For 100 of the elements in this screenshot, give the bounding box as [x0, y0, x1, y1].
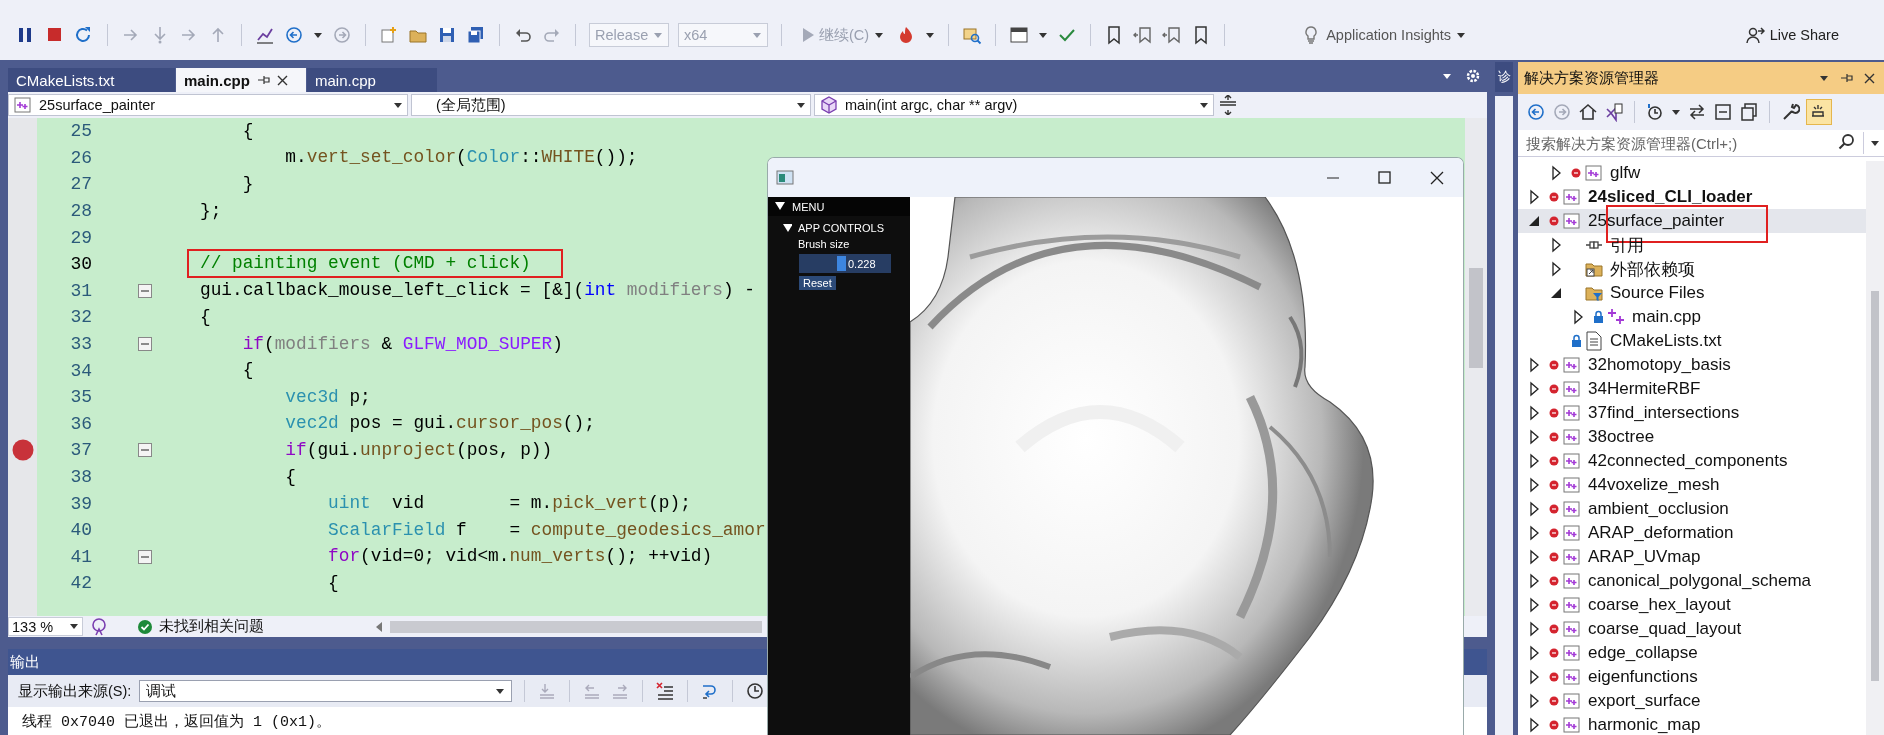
tree-item[interactable]: CMakeLists.txt	[1518, 329, 1866, 353]
close-icon[interactable]	[275, 73, 289, 87]
copy-icon[interactable]	[1739, 102, 1759, 122]
side-tab[interactable]: 诊	[1495, 62, 1513, 92]
switch-view-icon[interactable]	[1604, 102, 1624, 122]
section-header[interactable]: APP CONTROLS	[768, 216, 910, 234]
collapsed-arrow-icon[interactable]	[1528, 645, 1540, 661]
tree-item[interactable]: 32homotopy_basis	[1518, 353, 1866, 377]
save-all-icon[interactable]	[466, 25, 486, 45]
sync-icon[interactable]	[1687, 102, 1707, 122]
tree-item[interactable]: canonical_polygonal_schema	[1518, 569, 1866, 593]
collapsed-arrow-icon[interactable]	[1528, 189, 1540, 205]
close-icon[interactable]	[1429, 169, 1445, 186]
tree-item[interactable]: export_surface	[1518, 689, 1866, 713]
pin-icon[interactable]	[1839, 71, 1853, 85]
collapsed-arrow-icon[interactable]	[1528, 453, 1540, 469]
home-icon[interactable]	[1578, 102, 1598, 122]
scrollbar[interactable]	[1866, 161, 1884, 735]
scroll-left-icon[interactable]	[374, 619, 384, 634]
caret-icon[interactable]	[1819, 73, 1829, 83]
clear-all-icon[interactable]	[655, 681, 676, 701]
collapsed-arrow-icon[interactable]	[1528, 573, 1540, 589]
tree-item[interactable]: edge_collapse	[1518, 641, 1866, 665]
tree-item[interactable]: coarse_hex_layout	[1518, 593, 1866, 617]
collapsed-arrow-icon[interactable]	[1528, 525, 1540, 541]
find-in-files-icon[interactable]	[962, 25, 983, 45]
caret-icon[interactable]	[313, 30, 323, 40]
collapsed-arrow-icon[interactable]	[1528, 357, 1540, 373]
collapse-all-icon[interactable]	[1713, 102, 1733, 122]
collapsed-arrow-icon[interactable]	[1528, 717, 1540, 733]
collapse-icon[interactable]	[138, 337, 152, 352]
bookmark-icon[interactable]	[1133, 25, 1154, 45]
clock-icon[interactable]	[745, 681, 766, 701]
preview-button[interactable]	[1806, 99, 1832, 125]
tree-item[interactable]: eigenfunctions	[1518, 665, 1866, 689]
insights-button[interactable]: Application Insights	[1298, 22, 1470, 48]
collapsed-arrow-icon[interactable]	[1550, 261, 1562, 277]
history-icon[interactable]	[1645, 102, 1665, 122]
tree-item[interactable]: 外部依赖项	[1518, 257, 1866, 281]
tree-item[interactable]: 37find_intersections	[1518, 401, 1866, 425]
editor-tab[interactable]: main.cpp	[307, 68, 437, 92]
source-dropdown[interactable]: 调试	[139, 680, 513, 702]
caret-icon[interactable]	[1671, 107, 1681, 117]
collapse-icon[interactable]	[138, 283, 152, 298]
collapsed-arrow-icon[interactable]	[1572, 309, 1584, 325]
close-icon[interactable]	[1863, 71, 1876, 85]
back-icon[interactable]	[1526, 102, 1546, 122]
caret-icon[interactable]	[925, 30, 936, 40]
slider-thumb[interactable]	[837, 256, 847, 271]
brush-icon[interactable]	[89, 616, 109, 637]
nav-dropdown[interactable]: 25surface_painter	[8, 94, 408, 116]
nav-dropdown[interactable]: (全局范围)	[411, 94, 811, 116]
collapsed-arrow-icon[interactable]	[1528, 429, 1540, 445]
tree-item[interactable]: 24sliced_CLI_loader	[1518, 185, 1866, 209]
collapse-icon[interactable]	[138, 549, 152, 564]
bookmark-icon[interactable]	[1162, 25, 1183, 45]
tree-item[interactable]: 44voxelize_mesh	[1518, 473, 1866, 497]
collapsed-arrow-icon[interactable]	[1528, 477, 1540, 493]
collapsed-arrow-icon[interactable]	[1528, 621, 1540, 637]
tree-item[interactable]: ARAP_deformation	[1518, 521, 1866, 545]
caret-icon[interactable]	[1038, 30, 1049, 40]
window-icon[interactable]	[1009, 25, 1030, 45]
collapsed-arrow-icon[interactable]	[1528, 405, 1540, 421]
editor-tab[interactable]: main.cpp	[176, 68, 306, 92]
collapsed-arrow-icon[interactable]	[1528, 597, 1540, 613]
back-icon[interactable]	[284, 25, 304, 45]
tree-item[interactable]: ambient_occlusion	[1518, 497, 1866, 521]
collapse-icon[interactable]	[138, 443, 152, 458]
tree-item[interactable]: coarse_quad_layout	[1518, 617, 1866, 641]
tree-item[interactable]: main.cpp	[1518, 305, 1866, 329]
caret-icon[interactable]	[1870, 138, 1880, 148]
reset-button[interactable]: Reset	[799, 276, 836, 290]
breakpoint-icon[interactable]	[11, 439, 34, 462]
split-button[interactable]	[1217, 94, 1239, 116]
collapsed-arrow-icon[interactable]	[1528, 381, 1540, 397]
nav-dropdown[interactable]: main(int argc, char ** argv)	[814, 94, 1214, 116]
collapsed-arrow-icon[interactable]	[1528, 669, 1540, 685]
maximize-icon[interactable]	[1377, 169, 1393, 186]
collapsed-arrow-icon[interactable]	[1528, 549, 1540, 565]
tree-item[interactable]: 38octree	[1518, 425, 1866, 449]
save-icon[interactable]	[437, 25, 457, 45]
live-share-button[interactable]: Live Share	[1741, 22, 1842, 48]
tree-item[interactable]: glfw	[1518, 161, 1866, 185]
tree-item[interactable]: 34HermiteRBF	[1518, 377, 1866, 401]
zoom-dropdown[interactable]: 133 %	[8, 617, 83, 636]
editor-tab[interactable]: CMakeLists.txt	[8, 68, 175, 92]
collapsed-arrow-icon[interactable]	[1528, 501, 1540, 517]
scrollbar[interactable]	[390, 620, 762, 633]
collapsed-arrow-icon[interactable]	[1550, 237, 1562, 253]
pin-icon[interactable]	[255, 73, 270, 87]
tree-item[interactable]: 42connected_components	[1518, 449, 1866, 473]
settings-icon[interactable]	[1465, 68, 1481, 84]
tree-item[interactable]: Source Files	[1518, 281, 1866, 305]
tree-item[interactable]: harmonic_map	[1518, 713, 1866, 735]
slider[interactable]: 0.228	[799, 254, 891, 273]
search-field[interactable]: 搜索解决方案资源管理器(Ctrl+;)	[1518, 130, 1884, 157]
collapsed-arrow-icon[interactable]	[1550, 165, 1562, 181]
collapsed-arrow-icon[interactable]	[1528, 693, 1540, 709]
menu-header[interactable]: MENU	[768, 197, 910, 216]
scrollbar[interactable]	[1465, 118, 1487, 616]
